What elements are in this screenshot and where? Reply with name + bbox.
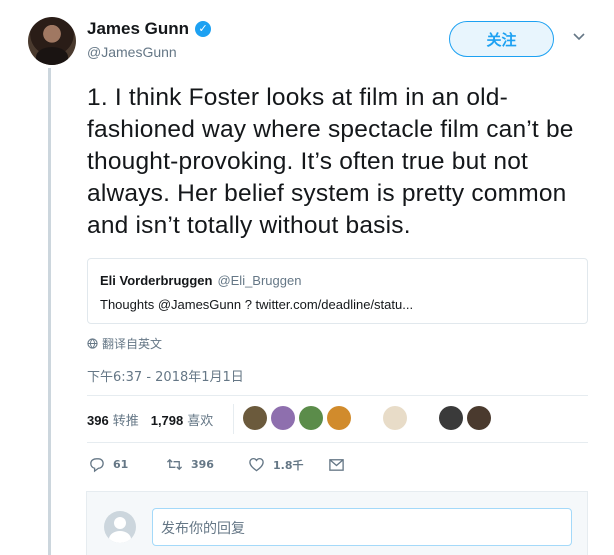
- verified-badge-icon: ✓: [195, 21, 212, 37]
- chevron-down-icon[interactable]: [572, 30, 586, 44]
- retweets-label: 转推: [112, 414, 139, 429]
- reply-box: 发布你的回复: [86, 491, 588, 555]
- stats-separator: [233, 404, 234, 434]
- quote-text: Thoughts @JamesGunn ? twitter.com/deadli…: [100, 297, 414, 312]
- author-name[interactable]: James Gunn: [87, 19, 189, 39]
- liker-avatar[interactable]: [327, 406, 351, 430]
- translate-link[interactable]: 翻译自英文: [87, 335, 162, 352]
- reply-action[interactable]: 61: [88, 456, 166, 473]
- author-handle[interactable]: @JamesGunn: [87, 44, 177, 60]
- likes-stat[interactable]: 1,798 喜欢: [151, 410, 214, 429]
- direct-message-action[interactable]: [328, 456, 345, 473]
- retweets-stat[interactable]: 396 转推: [87, 410, 139, 429]
- heart-icon: [249, 457, 264, 472]
- thread-line: [48, 68, 51, 555]
- globe-icon: [87, 338, 98, 349]
- tweet-text: 1. I think Foster looks at film in an ol…: [87, 84, 574, 239]
- divider: [87, 395, 588, 396]
- liker-avatar[interactable]: [439, 406, 463, 430]
- retweet-action[interactable]: 396: [166, 456, 248, 473]
- reply-input[interactable]: 发布你的回复: [152, 508, 572, 546]
- divider: [87, 442, 588, 443]
- retweet-count: 396: [191, 458, 214, 471]
- reply-icon: [90, 458, 104, 473]
- liker-avatar[interactable]: [299, 406, 323, 430]
- follow-button[interactable]: 关注: [449, 21, 554, 57]
- quoted-tweet[interactable]: Eli Vorderbruggen @Eli_Bruggen Thoughts …: [87, 258, 588, 324]
- liker-avatar[interactable]: [383, 406, 407, 430]
- liker-avatar[interactable]: [355, 406, 379, 430]
- quote-author-name: Eli Vorderbruggen: [100, 273, 213, 288]
- liker-avatar[interactable]: [243, 406, 267, 430]
- likes-label: 喜欢: [187, 414, 214, 429]
- liker-avatar[interactable]: [411, 406, 435, 430]
- quote-author-handle: @Eli_Bruggen: [217, 273, 302, 288]
- like-count: 1.8千: [273, 458, 304, 472]
- retweet-icon: [166, 458, 183, 471]
- action-bar: 61 396 1.8千: [88, 456, 345, 473]
- like-action[interactable]: 1.8千: [248, 456, 328, 473]
- liker-avatars: [243, 406, 491, 430]
- envelope-icon: [329, 459, 344, 471]
- user-avatar: [104, 511, 136, 543]
- tweet-timestamp[interactable]: 下午6:37 - 2018年1月1日: [87, 366, 244, 385]
- reply-count: 61: [113, 458, 129, 471]
- liker-avatar[interactable]: [467, 406, 491, 430]
- translate-label: 翻译自英文: [102, 337, 163, 351]
- author-name-row: James Gunn ✓: [87, 19, 212, 39]
- retweets-count: 396: [87, 413, 109, 428]
- tweet-stats: 396 转推 1,798 喜欢: [87, 410, 213, 429]
- likes-count: 1,798: [150, 413, 184, 428]
- author-avatar[interactable]: [28, 17, 76, 65]
- liker-avatar[interactable]: [271, 406, 295, 430]
